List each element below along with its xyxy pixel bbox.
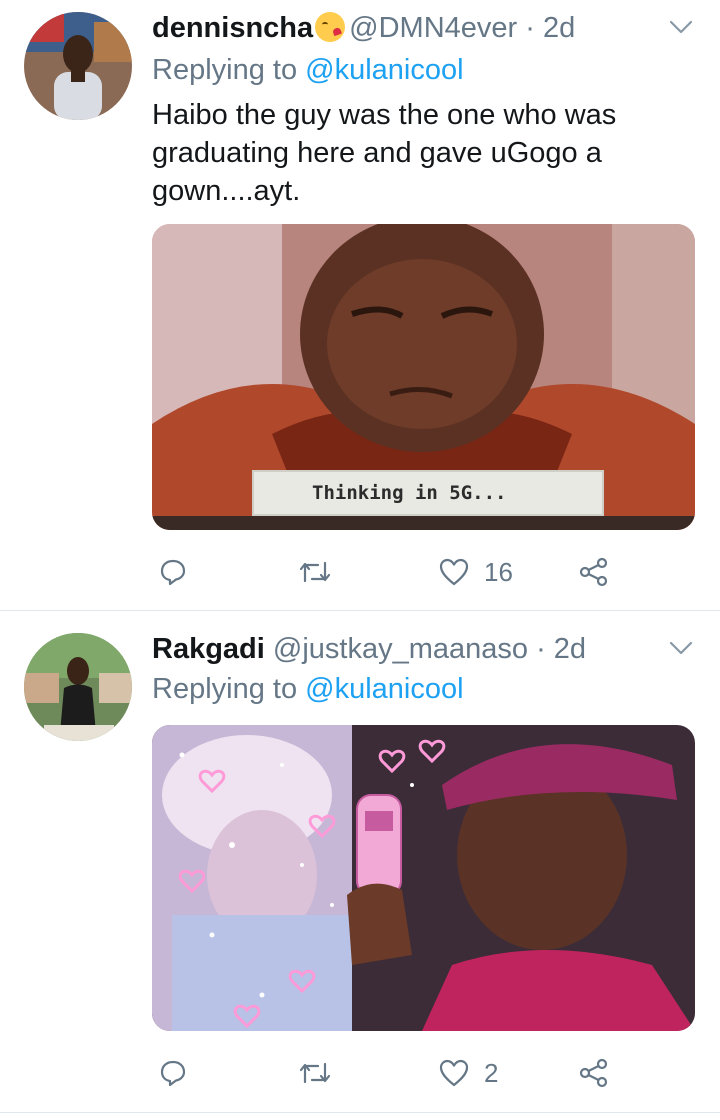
mention-link[interactable]: @kulanicool [305,673,463,705]
replying-to: Replying to @kulanicool [152,52,464,88]
chevron-down-icon[interactable] [668,635,694,661]
tweet-image[interactable]: Thinking in 5G... [152,224,695,530]
share-icon [579,557,608,587]
avatar[interactable] [24,12,132,120]
replying-prefix: Replying to [152,54,298,86]
tweet-divider [0,1112,720,1113]
display-name[interactable]: Rakgadi [152,633,265,665]
heart-icon [439,558,469,586]
like-button[interactable]: 16 [438,552,513,592]
mention-link[interactable]: @kulanicool [305,54,463,86]
like-count: 2 [484,1057,499,1088]
share-button[interactable] [578,1053,610,1093]
heart-icon [439,1059,469,1087]
reply-icon [160,559,186,586]
retweet-icon [299,561,331,583]
retweet-button[interactable] [298,1053,332,1093]
avatar[interactable] [24,633,132,741]
tweet-image[interactable] [152,725,695,1031]
tweet-2[interactable]: Rakgadi @justkay_maanaso · 2d Replying t… [0,611,720,1120]
replying-prefix: Replying to [152,673,298,705]
reply-button[interactable] [158,552,188,592]
tweet-actions: 16 [152,552,632,592]
tweet-text: Haibo the guy was the one who was gradua… [152,99,617,207]
tweet-time: · 2d [525,12,576,44]
tweet-1[interactable]: dennisncha @DMN4ever · 2d Replying to @ku… [0,0,720,610]
chevron-down-icon[interactable] [668,14,694,40]
user-handle[interactable]: @justkay_maanaso [273,633,528,665]
tweet-header: dennisncha @DMN4ever · 2d [152,10,575,46]
share-icon [579,1058,608,1088]
display-name[interactable]: dennisncha [152,12,313,44]
tweet-header: Rakgadi @justkay_maanaso · 2d [152,631,586,667]
tweet-time: · 2d [536,633,587,665]
reply-button[interactable] [158,1053,188,1093]
retweet-icon [299,1062,331,1084]
user-handle[interactable]: @DMN4ever [349,12,517,44]
retweet-button[interactable] [298,552,332,592]
like-button[interactable]: 2 [438,1053,498,1093]
kissing-heart-icon [315,12,346,42]
tweet-actions: 2 [152,1053,632,1093]
reply-icon [160,1060,186,1087]
share-button[interactable] [578,552,610,592]
replying-to: Replying to @kulanicool [152,671,464,707]
like-count: 16 [484,556,513,587]
image-caption: Thinking in 5G... [252,470,604,516]
